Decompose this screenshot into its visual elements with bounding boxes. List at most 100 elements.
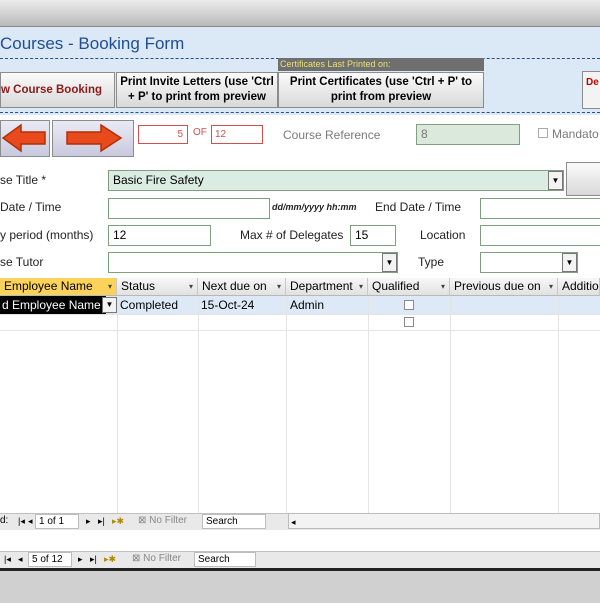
start-date-field[interactable]	[108, 198, 270, 219]
previous-record-button[interactable]	[0, 120, 50, 157]
certificates-printed-label: Certificates Last Printed on:	[278, 58, 484, 71]
chevron-down-icon[interactable]: ▼	[382, 253, 397, 272]
subform-horizontal-scrollbar[interactable]: ◂	[288, 513, 600, 529]
column-divider	[450, 296, 451, 516]
new-record-icon[interactable]: ▸✱	[104, 551, 116, 567]
last-record-icon[interactable]: ▸|	[90, 551, 97, 567]
print-certs-line2: print from preview	[330, 91, 432, 103]
column-label: Status	[121, 279, 156, 293]
column-header-previous-due[interactable]: Previous due on ▾	[450, 278, 558, 296]
main-position-box[interactable]: 5 of 12	[28, 552, 72, 567]
delete-button[interactable]: De	[582, 71, 600, 109]
sort-arrow-icon[interactable]: ▾	[549, 278, 553, 295]
column-divider	[368, 296, 369, 516]
filter-label: No Filter	[143, 553, 181, 564]
sort-arrow-icon[interactable]: ▾	[189, 278, 193, 295]
employee-name-cell[interactable]: d Employee Name	[0, 296, 106, 314]
next-record-button[interactable]	[52, 120, 134, 157]
column-label: Additio	[562, 279, 599, 293]
location-label: Location	[420, 228, 466, 242]
sort-arrow-icon[interactable]: ▾	[277, 278, 281, 295]
course-title-label: se Title *	[0, 173, 47, 187]
of-label: OF	[193, 127, 207, 138]
location-field[interactable]	[480, 225, 600, 246]
max-delegates-label: Max # of Delegates	[240, 228, 344, 242]
window-bottom-frame	[0, 568, 600, 603]
next-record-icon[interactable]: ▸	[86, 513, 91, 529]
column-label: Employee Name	[4, 279, 93, 293]
max-delegates-field[interactable]: 15	[350, 225, 396, 246]
last-record-icon[interactable]: ▸|	[98, 513, 105, 529]
column-label: Next due on	[202, 279, 267, 293]
chevron-down-icon[interactable]: ▼	[548, 171, 563, 190]
header-divider-bottom	[0, 112, 600, 113]
column-header-additional[interactable]: Additio	[558, 278, 600, 296]
mandatory-checkbox[interactable]	[538, 128, 548, 138]
row-divider	[0, 314, 600, 315]
filter-icon: ⊠	[132, 553, 141, 564]
date-format-hint: dd/mm/yyyy hh:mm	[272, 202, 357, 212]
first-record-icon[interactable]: |◂	[18, 513, 25, 529]
print-invite-letters-button[interactable]: Print Invite Letters (use 'Ctrl + P' to …	[116, 72, 278, 108]
start-date-label: Date / Time	[0, 200, 62, 214]
mandatory-label: Mandato	[552, 127, 599, 141]
sort-arrow-icon[interactable]: ▾	[108, 278, 112, 295]
first-record-icon[interactable]: |◂	[4, 551, 11, 567]
filter-icon: ⊠	[138, 515, 147, 526]
column-divider	[198, 296, 199, 516]
prev-record-icon[interactable]: ◂	[28, 513, 33, 529]
course-title-select[interactable]: Basic Fire Safety	[108, 170, 564, 191]
column-header-qualified[interactable]: Qualified ▾	[368, 278, 450, 296]
new-course-booking-button[interactable]: w Course Booking	[0, 72, 115, 108]
next-record-icon[interactable]: ▸	[78, 551, 83, 567]
course-reference-label: Course Reference	[283, 128, 381, 142]
qualified-checkbox[interactable]	[404, 300, 414, 310]
column-header-status[interactable]: Status ▾	[117, 278, 198, 296]
form-title: Courses - Booking Form	[0, 34, 185, 53]
column-divider	[117, 296, 118, 516]
chevron-down-icon[interactable]: ▼	[562, 253, 577, 272]
course-tutor-label: se Tutor	[0, 255, 44, 269]
row-divider	[0, 330, 600, 331]
delete-label: De	[586, 77, 599, 88]
prev-record-icon[interactable]: ◂	[18, 551, 23, 567]
window-frame	[0, 0, 600, 27]
course-reference-field: 8	[416, 124, 520, 145]
left-arrow-icon	[1, 123, 46, 153]
next-due-cell[interactable]: 15-Oct-24	[201, 296, 254, 314]
course-tutor-select[interactable]	[108, 252, 398, 273]
new-record-icon[interactable]: ▸✱	[112, 513, 124, 529]
column-divider	[558, 296, 559, 516]
column-header-employee[interactable]: Employee Name ▾	[0, 278, 117, 296]
print-invites-line2: + P' to print from preview	[128, 91, 266, 103]
column-label: Department	[290, 279, 353, 293]
scroll-left-icon[interactable]: ◂	[289, 517, 296, 527]
subform-search-box[interactable]: Search	[202, 514, 266, 529]
validity-period-label: y period (months)	[0, 228, 94, 242]
subform-position-box[interactable]: 1 of 1	[35, 514, 79, 529]
total-records-box: 12	[211, 125, 263, 144]
column-divider	[286, 296, 287, 516]
chevron-down-icon[interactable]: ▼	[102, 297, 117, 313]
qualified-checkbox-new[interactable]	[404, 317, 414, 327]
validity-period-field[interactable]: 12	[108, 225, 211, 246]
main-no-filter[interactable]: ⊠ No Filter	[132, 551, 181, 567]
sort-arrow-icon[interactable]: ▾	[441, 278, 445, 295]
end-date-field[interactable]	[480, 198, 600, 219]
filter-label: No Filter	[149, 515, 187, 526]
column-label: Previous due on	[454, 279, 541, 293]
main-search-box[interactable]: Search	[194, 552, 256, 567]
new-booking-label: w Course Booking	[1, 84, 102, 96]
status-cell[interactable]: Completed	[120, 296, 178, 314]
type-label: Type	[418, 255, 445, 269]
column-header-next-due[interactable]: Next due on ▾	[198, 278, 286, 296]
current-record-box: 5	[138, 125, 188, 144]
course-title-side-button[interactable]	[566, 162, 600, 196]
column-header-department[interactable]: Department ▾	[286, 278, 368, 296]
department-cell[interactable]: Admin	[290, 296, 324, 314]
print-certificates-button[interactable]: Print Certificates (use 'Ctrl + P' to pr…	[278, 72, 484, 108]
subform-no-filter[interactable]: ⊠ No Filter	[138, 513, 187, 529]
end-date-label: End Date / Time	[375, 200, 462, 214]
subform-record-label: d:	[0, 515, 9, 526]
sort-arrow-icon[interactable]: ▾	[359, 278, 363, 295]
